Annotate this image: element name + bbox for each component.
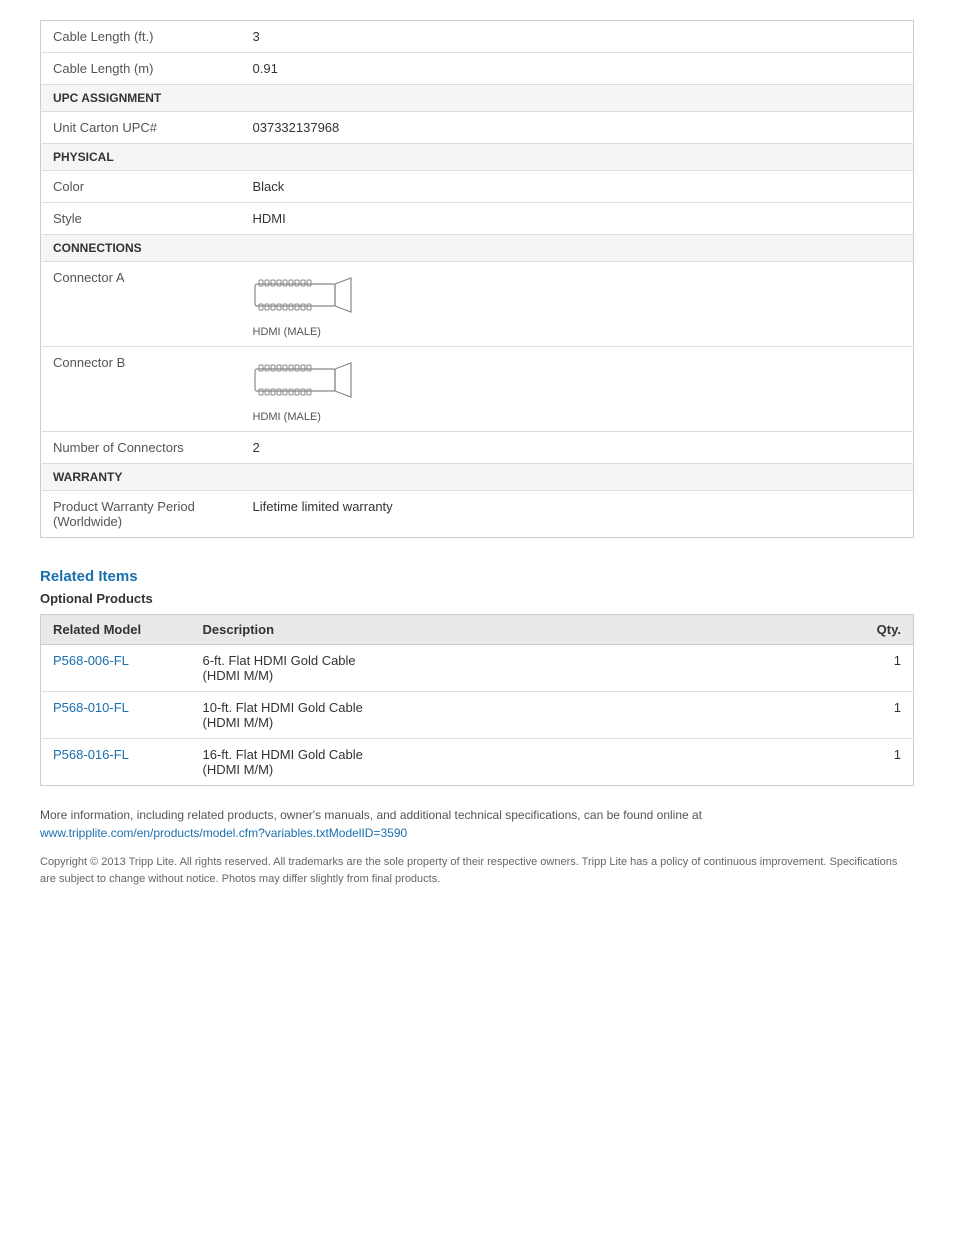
section-label: UPC ASSIGNMENT [41, 85, 914, 112]
related-item-row: P568-006-FL 6-ft. Flat HDMI Gold Cable(HD… [41, 645, 914, 692]
connector-row: Connector A HDMI (MALE) [41, 262, 914, 347]
section-label: PHYSICAL [41, 144, 914, 171]
related-model: P568-006-FL [41, 645, 191, 692]
spec-row: StyleHDMI [41, 203, 914, 235]
spec-label: Unit Carton UPC# [41, 112, 241, 144]
connector-label: Connector B [41, 347, 241, 432]
specs-table: Cable Length (ft.)3Cable Length (m)0.91U… [40, 20, 914, 538]
related-model-header: Related Model [41, 615, 191, 645]
spec-value: Black [241, 171, 914, 203]
related-qty: 1 [762, 645, 913, 692]
section-header: WARRANTY [41, 464, 914, 491]
spec-row: Product Warranty Period (Worldwide)Lifet… [41, 491, 914, 538]
spec-value: HDMI [241, 203, 914, 235]
spec-value: 3 [241, 21, 914, 53]
section-header: UPC ASSIGNMENT [41, 85, 914, 112]
related-qty: 1 [762, 692, 913, 739]
connector-value: HDMI (MALE) [241, 347, 914, 432]
spec-label: Style [41, 203, 241, 235]
spec-row: Unit Carton UPC#037332137968 [41, 112, 914, 144]
footer-info-text: More information, including related prod… [40, 808, 702, 822]
description-header: Description [191, 615, 763, 645]
spec-row: Cable Length (ft.)3 [41, 21, 914, 53]
related-description: 16-ft. Flat HDMI Gold Cable(HDMI M/M) [191, 739, 763, 786]
section-header: CONNECTIONS [41, 235, 914, 262]
spec-label: Number of Connectors [41, 432, 241, 464]
related-model-link[interactable]: P568-010-FL [53, 700, 129, 715]
related-items-table: Related Model Description Qty. P568-006-… [40, 614, 914, 786]
copyright-text: Copyright © 2013 Tripp Lite. All rights … [40, 854, 914, 887]
related-qty: 1 [762, 739, 913, 786]
section-label: CONNECTIONS [41, 235, 914, 262]
related-description: 10-ft. Flat HDMI Gold Cable(HDMI M/M) [191, 692, 763, 739]
spec-label: Product Warranty Period (Worldwide) [41, 491, 241, 538]
spec-row: Number of Connectors2 [41, 432, 914, 464]
spec-label: Cable Length (ft.) [41, 21, 241, 53]
spec-value: 0.91 [241, 53, 914, 85]
connector-label: Connector A [41, 262, 241, 347]
spec-value: Lifetime limited warranty [241, 491, 914, 538]
connector-row: Connector B HDMI (MALE) [41, 347, 914, 432]
related-items-section: Related Items Optional Products Related … [40, 568, 914, 786]
related-model-link[interactable]: P568-016-FL [53, 747, 129, 762]
spec-value: 037332137968 [241, 112, 914, 144]
connector-value: HDMI (MALE) [241, 262, 914, 347]
footer-link[interactable]: www.tripplite.com/en/products/model.cfm?… [40, 826, 407, 840]
related-description: 6-ft. Flat HDMI Gold Cable(HDMI M/M) [191, 645, 763, 692]
related-model: P568-016-FL [41, 739, 191, 786]
related-items-title: Related Items [40, 568, 914, 585]
spec-label: Cable Length (m) [41, 53, 241, 85]
spec-label: Color [41, 171, 241, 203]
section-header: PHYSICAL [41, 144, 914, 171]
section-label: WARRANTY [41, 464, 914, 491]
optional-products-label: Optional Products [40, 591, 914, 606]
qty-header: Qty. [762, 615, 913, 645]
spec-row: ColorBlack [41, 171, 914, 203]
footer-info: More information, including related prod… [40, 806, 914, 842]
related-item-row: P568-016-FL 16-ft. Flat HDMI Gold Cable(H… [41, 739, 914, 786]
spec-value: 2 [241, 432, 914, 464]
related-item-row: P568-010-FL 10-ft. Flat HDMI Gold Cable(H… [41, 692, 914, 739]
related-model: P568-010-FL [41, 692, 191, 739]
related-model-link[interactable]: P568-006-FL [53, 653, 129, 668]
spec-row: Cable Length (m)0.91 [41, 53, 914, 85]
